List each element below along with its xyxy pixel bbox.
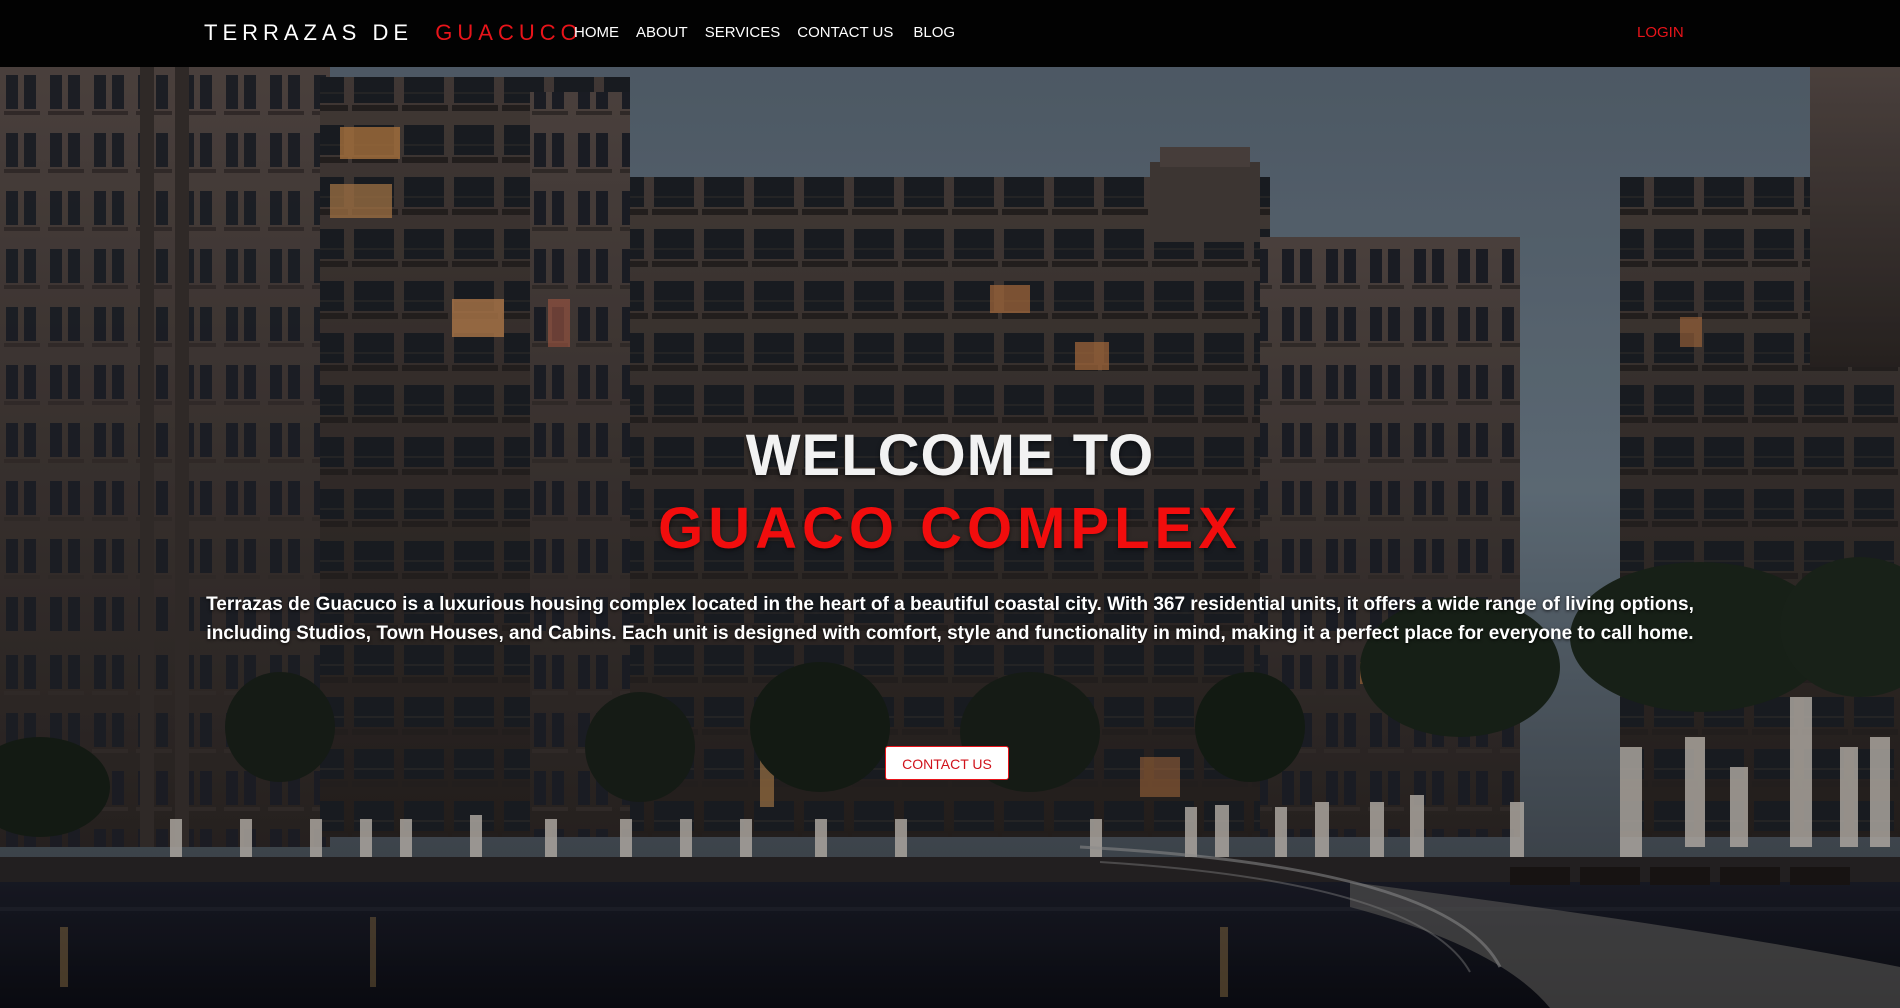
nav-item-services[interactable]: SERVICES xyxy=(705,24,781,41)
nav-item-home[interactable]: HOME xyxy=(574,24,619,41)
hero-title-complex: GUACO COMPLEX xyxy=(658,496,1242,561)
nav-links: HOME ABOUT SERVICES CONTACT US BLOG xyxy=(574,24,972,41)
top-navbar: TERRAZAS DE GUACUCO HOME ABOUT SERVICES … xyxy=(0,0,1900,67)
nav-item-about[interactable]: ABOUT xyxy=(636,24,688,41)
brand-accent: GUACUCO xyxy=(435,20,583,45)
contact-us-button[interactable]: CONTACT US xyxy=(885,746,1009,780)
brand-logo[interactable]: TERRAZAS DE GUACUCO xyxy=(204,20,583,46)
hero-title-welcome: WELCOME TO xyxy=(745,423,1155,488)
hero-section: WELCOME TO GUACO COMPLEX Terrazas de Gua… xyxy=(0,67,1900,1008)
hero-description: Terrazas de Guacuco is a luxurious housi… xyxy=(206,594,1694,644)
hero-content: WELCOME TO GUACO COMPLEX Terrazas de Gua… xyxy=(0,67,1900,1008)
login-link[interactable]: LOGIN xyxy=(1637,24,1684,41)
nav-item-blog[interactable]: BLOG xyxy=(913,24,955,41)
nav-item-contact-us[interactable]: CONTACT US xyxy=(797,24,893,41)
brand-prefix: TERRAZAS DE xyxy=(204,20,414,45)
